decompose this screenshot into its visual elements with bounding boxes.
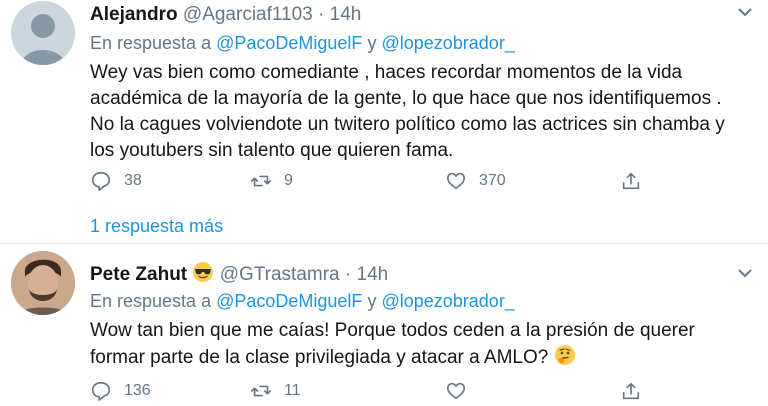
tweet-text-line: Wow tan bien que me caías! Porque todos … (90, 320, 695, 341)
reply-icon (91, 381, 111, 401)
retweet-count: 11 (284, 382, 301, 399)
tweet-text-line: los youtubers sin talento que quieren fa… (90, 140, 454, 161)
like-button[interactable] (445, 380, 479, 402)
mention-link[interactable]: @PacoDeMiguelF (216, 291, 362, 311)
tweet-text-line: formar parte de la clase privilegiada y … (90, 344, 760, 374)
chevron-down-icon[interactable] (736, 3, 754, 21)
tweet-text: Wow tan bien que me caías! Porque todos … (90, 318, 760, 374)
tweet: Pete Zahut @GTrastamra · 14h En respuest… (0, 244, 768, 401)
reply-icon (91, 171, 111, 191)
chevron-down-icon[interactable] (736, 264, 754, 282)
timestamp[interactable]: 14h (357, 264, 389, 285)
mention-link[interactable]: @PacoDeMiguelF (216, 33, 362, 53)
thinking-emoji (554, 344, 576, 374)
tweet-text-line: académica de la mayoría de la gente, lo … (90, 88, 722, 109)
share-button[interactable] (620, 170, 654, 192)
sunglasses-emoji (192, 261, 214, 289)
user-handle[interactable]: @GTrastamra (220, 264, 340, 285)
timestamp[interactable]: 14h (330, 4, 362, 25)
tweet-text: Wey vas bien como comediante , haces rec… (90, 60, 760, 164)
like-count: 370 (479, 172, 506, 189)
reply-and: y (367, 291, 377, 311)
share-icon (622, 172, 640, 190)
tweet: Alejandro @Agarciaf1103 · 14h En respues… (0, 0, 768, 243)
display-name[interactable]: Pete Zahut (90, 264, 187, 285)
tweet-header: Pete Zahut @GTrastamra · 14h (90, 261, 388, 289)
tweet-actions: 38 9 370 (90, 170, 660, 196)
user-handle[interactable]: @Agarciaf1103 (183, 4, 313, 25)
reply-context: En respuesta a @PacoDeMiguelF y @lopezob… (90, 291, 515, 312)
reply-and: y (367, 33, 377, 53)
share-icon (622, 382, 640, 400)
tweet-text-line: No la cagues volviendote un twitero polí… (90, 114, 725, 135)
tweet-actions: 136 11 (90, 380, 660, 406)
retweet-button[interactable]: 11 (250, 380, 301, 402)
retweet-button[interactable]: 9 (250, 170, 293, 192)
like-button[interactable]: 370 (445, 170, 506, 192)
reply-context: En respuesta a @PacoDeMiguelF y @lopezob… (90, 33, 515, 54)
avatar[interactable] (11, 1, 75, 65)
reply-count: 38 (124, 172, 142, 189)
display-name[interactable]: Alejandro (90, 4, 178, 25)
like-icon (446, 382, 466, 400)
like-icon (446, 172, 466, 190)
avatar[interactable] (11, 251, 75, 315)
share-button[interactable] (620, 380, 654, 402)
reply-button[interactable]: 38 (90, 170, 142, 192)
separator-dot: · (344, 264, 352, 285)
reply-button[interactable]: 136 (90, 380, 151, 402)
reply-prefix: En respuesta a (90, 33, 212, 53)
tweet-header: Alejandro @Agarciaf1103 · 14h (90, 4, 361, 26)
retweet-count: 9 (284, 172, 293, 189)
reply-count: 136 (124, 382, 151, 399)
tweet-text-segment: formar parte de la clase privilegiada y … (90, 347, 549, 368)
more-replies-link[interactable]: 1 respuesta más (90, 216, 223, 237)
separator-dot: · (318, 4, 325, 25)
reply-prefix: En respuesta a (90, 291, 212, 311)
mention-link[interactable]: @lopezobrador_ (381, 33, 514, 53)
retweet-icon (251, 175, 271, 187)
mention-link[interactable]: @lopezobrador_ (381, 291, 514, 311)
tweet-text-line: Wey vas bien como comediante , haces rec… (90, 62, 683, 83)
retweet-icon (251, 385, 271, 397)
